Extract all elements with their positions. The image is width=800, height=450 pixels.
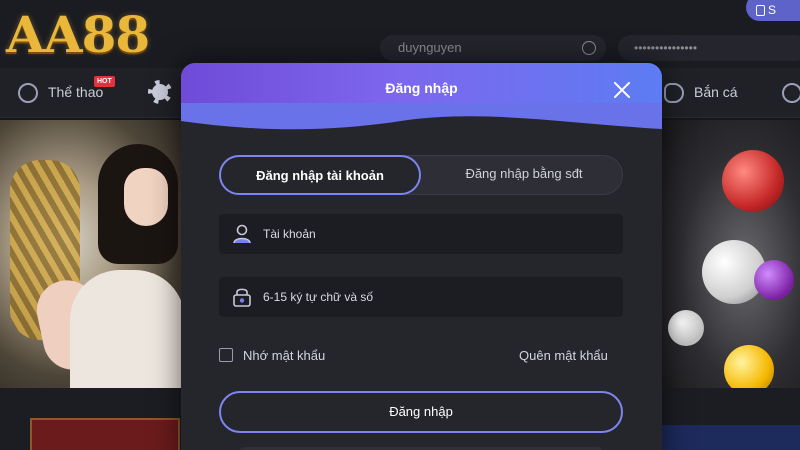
tab-account-login[interactable]: Đăng nhập tài khoản	[219, 155, 421, 195]
nav-item-ban-ca[interactable]: Bắn cá	[664, 68, 738, 118]
banner-image-left	[0, 120, 185, 388]
header-register-button[interactable]: S	[746, 0, 800, 21]
modal-title: Đăng nhập	[385, 80, 458, 96]
nav-item-the-thao[interactable]: Thể thao	[18, 68, 103, 118]
purple-lottery-ball	[754, 260, 794, 300]
site-logo[interactable]: AA88	[6, 4, 150, 66]
login-submit-button[interactable]: Đăng nhập	[219, 391, 623, 433]
soccer-ball-icon	[18, 83, 38, 104]
header-username-value: duynguyen	[398, 40, 462, 55]
red-lottery-ball	[722, 150, 784, 212]
hot-badge: HOT	[94, 76, 115, 87]
tab-phone-login[interactable]: Đăng nhập bằng sđt	[426, 155, 622, 195]
nav-label: Bắn cá	[694, 84, 738, 100]
remember-label: Nhớ mật khẩu	[243, 348, 326, 363]
register-label: S	[768, 3, 777, 17]
header-wave	[181, 103, 662, 163]
login-modal: Đăng nhập Đăng nhập tài khoản Đăng nhập …	[181, 63, 662, 450]
model-dress	[70, 270, 185, 388]
header-password-input[interactable]: •••••••••••••••	[618, 35, 800, 61]
banner-image-right	[662, 120, 800, 388]
top-bar: AA88 duynguyen ••••••••••••••• S	[0, 0, 800, 68]
nav-item-next[interactable]	[782, 68, 800, 118]
casino-chip-icon[interactable]	[148, 80, 172, 104]
forgot-password-link[interactable]: Quên mật khẩu	[519, 348, 608, 364]
check-circle-icon	[582, 41, 596, 55]
header-username-input[interactable]: duynguyen	[380, 35, 606, 61]
game-card-right[interactable]	[662, 425, 800, 450]
password-placeholder: 6-15 ký tự chữ và số	[263, 290, 374, 304]
user-icon	[233, 224, 251, 244]
lock-icon	[233, 288, 251, 307]
close-icon[interactable]	[611, 79, 633, 101]
yellow-lottery-ball	[724, 345, 774, 388]
password-input[interactable]: 6-15 ký tự chữ và số	[219, 277, 623, 317]
remember-me[interactable]: Nhớ mật khẩu	[219, 348, 325, 364]
remember-checkbox[interactable]	[219, 348, 233, 362]
game-card-left[interactable]	[30, 418, 180, 450]
login-tabs: Đăng nhập tài khoản Đăng nhập bằng sđt	[219, 155, 623, 195]
fish-icon	[664, 83, 684, 104]
model-face	[124, 168, 168, 226]
lottery-icon	[782, 83, 800, 104]
account-placeholder: Tài khoản	[263, 227, 316, 241]
account-input[interactable]: Tài khoản	[219, 214, 623, 254]
phone-icon	[756, 5, 765, 16]
header-password-value: •••••••••••••••	[634, 41, 698, 55]
small-white-ball	[668, 310, 704, 346]
